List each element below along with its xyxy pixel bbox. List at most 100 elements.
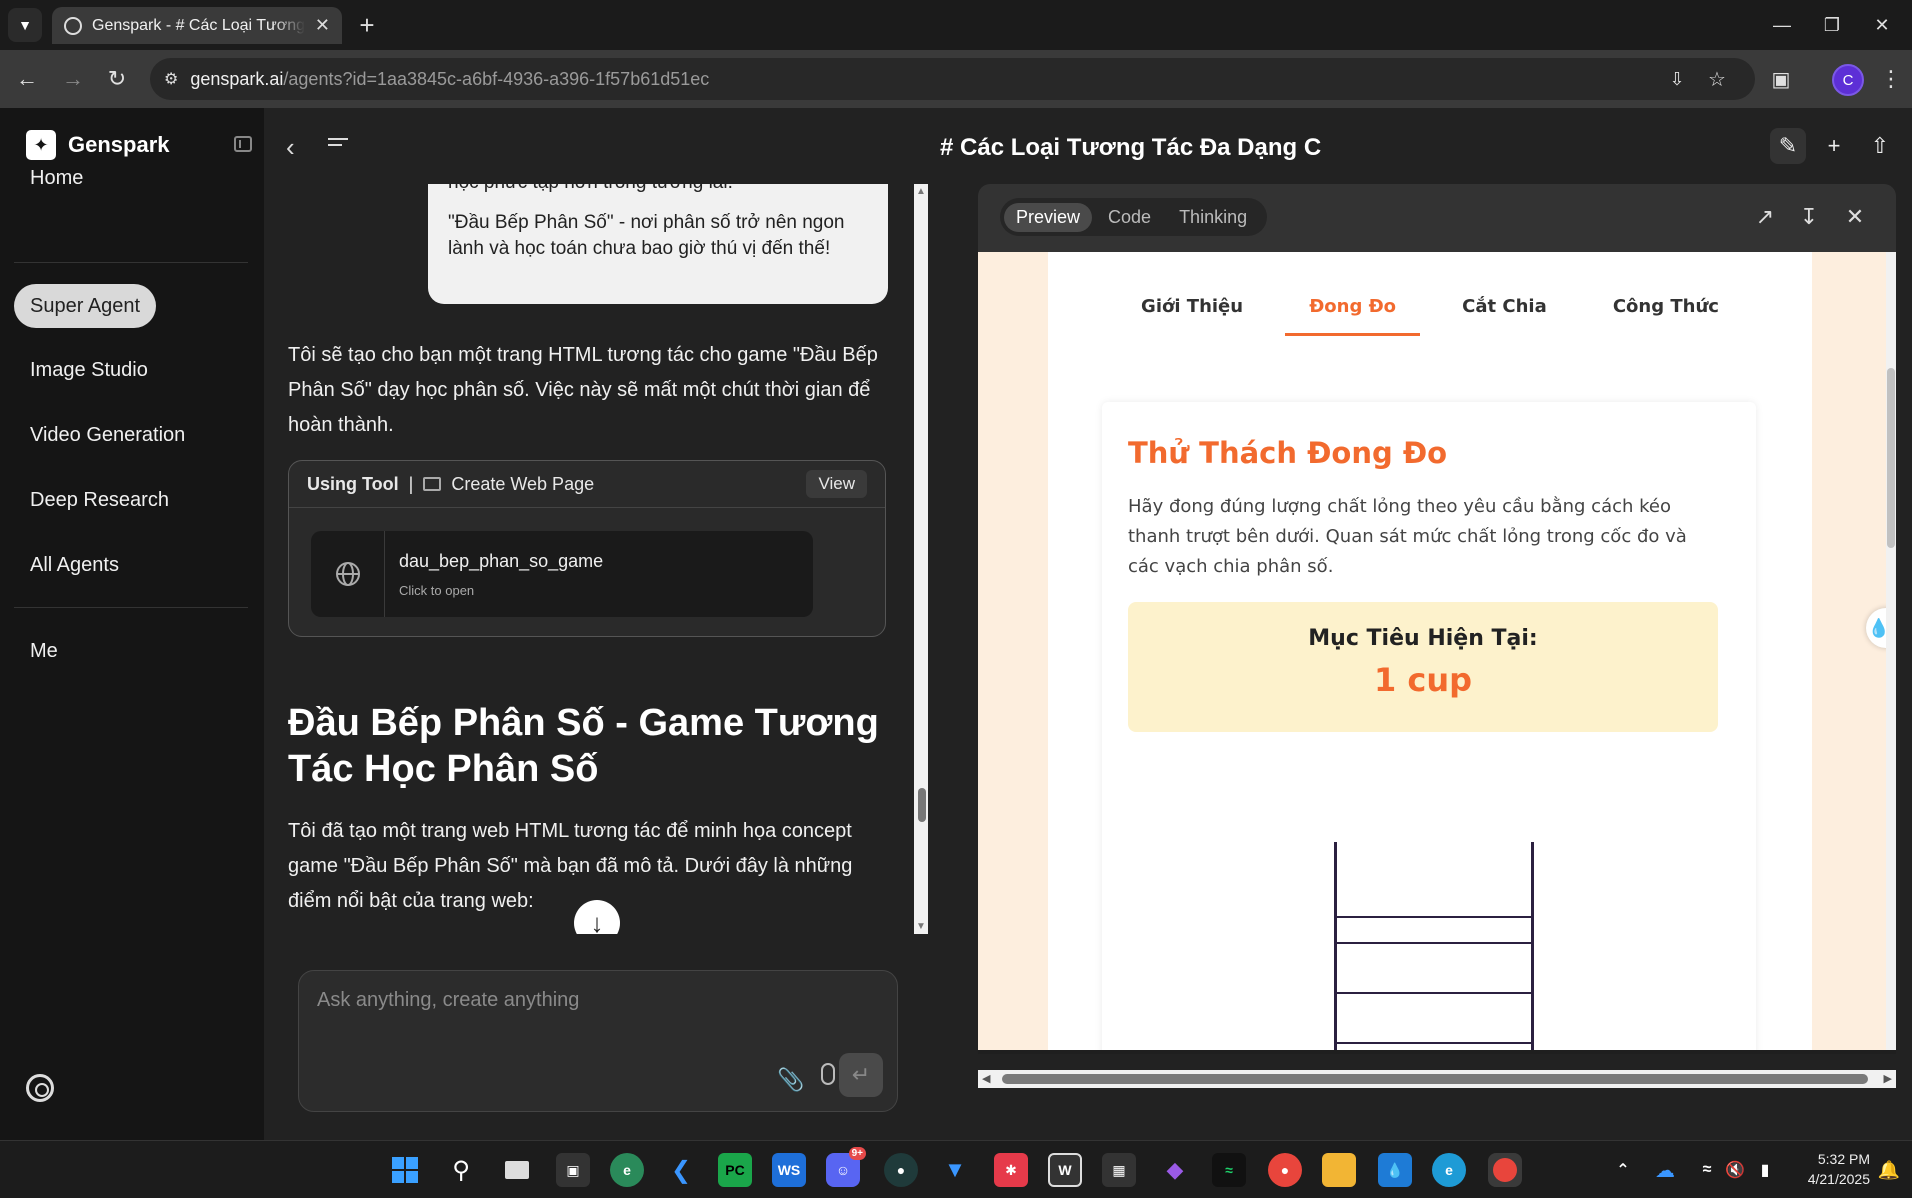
plus-icon: + [1827, 133, 1841, 158]
sidebar-item-image-studio[interactable]: Image Studio [14, 348, 164, 392]
scroll-right-arrow-icon[interactable]: ▶ [1884, 1072, 1892, 1085]
open-external-icon[interactable]: ↗ [1750, 202, 1780, 232]
site-info-icon[interactable]: ⚙ [164, 69, 178, 89]
share-button[interactable]: ⇧ [1862, 128, 1898, 164]
pycharm-icon[interactable]: PC [718, 1153, 752, 1187]
clock[interactable]: 5:32 PM 4/21/2025 [1790, 1149, 1870, 1189]
edge-dev-icon[interactable]: e [610, 1153, 644, 1187]
tool-view-button[interactable]: View [806, 470, 867, 498]
game-tab-intro[interactable]: Giới Thiệu [1117, 286, 1267, 336]
game-tab-measure[interactable]: Đong Đo [1285, 286, 1421, 336]
edit-icon: ✎ [1778, 133, 1798, 158]
preview-horizontal-scrollbar-thumb[interactable] [1002, 1074, 1868, 1084]
app-icon[interactable]: ◆ [1158, 1153, 1192, 1187]
chat-scrollbar-thumb[interactable] [918, 788, 926, 822]
tab-title: Genspark - # Các Loại Tương Tá [92, 16, 305, 34]
app-icon[interactable]: ▦ [1102, 1153, 1136, 1187]
app-icon[interactable]: 💧 [1378, 1153, 1412, 1187]
send-button[interactable]: ↵ [839, 1053, 883, 1097]
file-explorer-icon[interactable] [1322, 1153, 1356, 1187]
chat-input[interactable] [317, 989, 877, 1012]
share-icon: ⇧ [1870, 133, 1890, 158]
edit-button[interactable]: ✎ [1770, 128, 1806, 164]
tab-thinking[interactable]: Thinking [1167, 203, 1259, 232]
game-tabs: Giới Thiệu Đong Đo Cắt Chia Công Thức [1048, 286, 1812, 336]
volume-muted-icon[interactable]: 🔇 [1718, 1153, 1752, 1187]
extensions-button[interactable]: ▣ [1764, 62, 1798, 96]
preview-frame[interactable]: Giới Thiệu Đong Đo Cắt Chia Công Thức Th… [978, 252, 1886, 1050]
menu-icon[interactable] [328, 138, 348, 152]
sidebar-item-home[interactable]: Home [14, 156, 99, 200]
browser-tab-active[interactable]: Genspark - # Các Loại Tương Tá ✕ [52, 7, 342, 44]
tab-code[interactable]: Code [1096, 203, 1163, 232]
app-icon[interactable]: W [1048, 1153, 1082, 1187]
sidebar-collapse-icon[interactable] [234, 136, 252, 152]
sidebar-item-super-agent[interactable]: Super Agent [14, 284, 157, 328]
discord-icon[interactable]: ☺ 9+ [826, 1147, 866, 1187]
sidebar-item-video-generation[interactable]: Video Generation [14, 413, 201, 457]
app-icon[interactable]: ▼ [938, 1153, 972, 1187]
back-button[interactable]: ← [10, 62, 44, 96]
new-button[interactable]: + [1816, 128, 1852, 164]
tool-call-header: Using Tool | Create Web Page View [289, 461, 885, 508]
new-tab-button[interactable]: + [352, 10, 382, 40]
scroll-down-arrow-icon[interactable]: ▼ [916, 921, 926, 932]
tool-result-item[interactable]: dau_bep_phan_so_game Click to open [311, 531, 813, 617]
clock-date: 4/21/2025 [1807, 1171, 1870, 1187]
forward-button[interactable]: → [56, 62, 90, 96]
scroll-up-arrow-icon[interactable]: ▲ [916, 186, 926, 197]
download-icon[interactable]: ↧ [1794, 202, 1824, 232]
chat-input-box[interactable]: 📎 ↵ [298, 970, 898, 1112]
plus-icon: + [359, 9, 375, 40]
notification-bell-icon[interactable]: 🔔 [1872, 1153, 1906, 1187]
onedrive-icon[interactable]: ☁ [1648, 1153, 1682, 1187]
close-window-button[interactable]: ✕ [1852, 0, 1912, 50]
start-icon[interactable] [388, 1153, 422, 1187]
game-tab-cut[interactable]: Cắt Chia [1438, 286, 1571, 336]
sidebar-item-me[interactable]: Me [14, 629, 74, 673]
preview-horizontal-scrollbar[interactable]: ◀ ▶ [978, 1070, 1896, 1088]
paperclip-icon[interactable]: 📎 [777, 1067, 804, 1093]
microphone-icon[interactable] [821, 1063, 835, 1085]
close-tab-icon[interactable]: ✕ [315, 15, 330, 36]
bookmark-button[interactable]: ☆ [1700, 62, 1734, 96]
close-icon[interactable]: ✕ [1840, 202, 1870, 232]
sidebar-divider [14, 607, 248, 608]
sidebar-item-all-agents[interactable]: All Agents [14, 543, 135, 587]
preview-vertical-scrollbar-thumb[interactable] [1887, 368, 1895, 548]
search-icon[interactable]: ⚲ [444, 1153, 478, 1187]
preview-vertical-scrollbar[interactable] [1886, 252, 1896, 1050]
sidebar-item-deep-research[interactable]: Deep Research [14, 478, 185, 522]
reload-button[interactable]: ↻ [100, 62, 134, 96]
vscode-icon[interactable]: ❮ [664, 1153, 698, 1187]
settings-icon[interactable] [26, 1074, 54, 1102]
webstorm-icon[interactable]: WS [772, 1153, 806, 1187]
artifact-panel: # Các Loại Tương Tác Đa Dạng C ✎ + ⇧ Pre… [928, 108, 1912, 1140]
sidebar-divider [14, 262, 248, 263]
app-icon[interactable]: ≈ [1212, 1153, 1246, 1187]
assistant-drop-icon[interactable]: 💧 [1866, 608, 1886, 648]
scroll-left-arrow-icon[interactable]: ◀ [982, 1072, 990, 1085]
app-icon[interactable]: ▣ [556, 1153, 590, 1187]
chevron-left-icon[interactable]: ‹ [286, 132, 295, 163]
battery-icon[interactable]: ▮ [1748, 1153, 1782, 1187]
browser-menu-button[interactable]: ⋮ [1874, 62, 1908, 96]
chrome-icon[interactable]: ● [1268, 1153, 1302, 1187]
chrome-icon[interactable] [1488, 1153, 1522, 1187]
game-tab-recipe[interactable]: Công Thức [1589, 286, 1743, 336]
tab-preview[interactable]: Preview [1004, 202, 1093, 232]
sidebar-item-label: All Agents [30, 553, 119, 576]
edge-icon[interactable]: e [1432, 1153, 1466, 1187]
chevron-up-icon[interactable]: ⌃ [1606, 1153, 1640, 1187]
install-icon: ⇩ [1669, 68, 1685, 89]
app-icon[interactable]: ● [884, 1153, 918, 1187]
profile-avatar[interactable]: C [1832, 64, 1864, 96]
address-bar[interactable]: ⚙ genspark.ai/agents?id=1aa3845c-a6bf-49… [150, 58, 1755, 100]
task-view-icon[interactable] [500, 1153, 534, 1187]
chat-messages[interactable]: học phức tạp hơn trong tương lai. "Đầu B… [264, 184, 928, 934]
app-icon[interactable]: ✱ [994, 1153, 1028, 1187]
goal-box: Mục Tiêu Hiện Tại: 1 cup [1128, 602, 1718, 732]
tab-list-button[interactable]: ▼ [8, 8, 42, 42]
cup-mark [1337, 942, 1531, 944]
install-app-button[interactable]: ⇩ [1660, 62, 1694, 96]
